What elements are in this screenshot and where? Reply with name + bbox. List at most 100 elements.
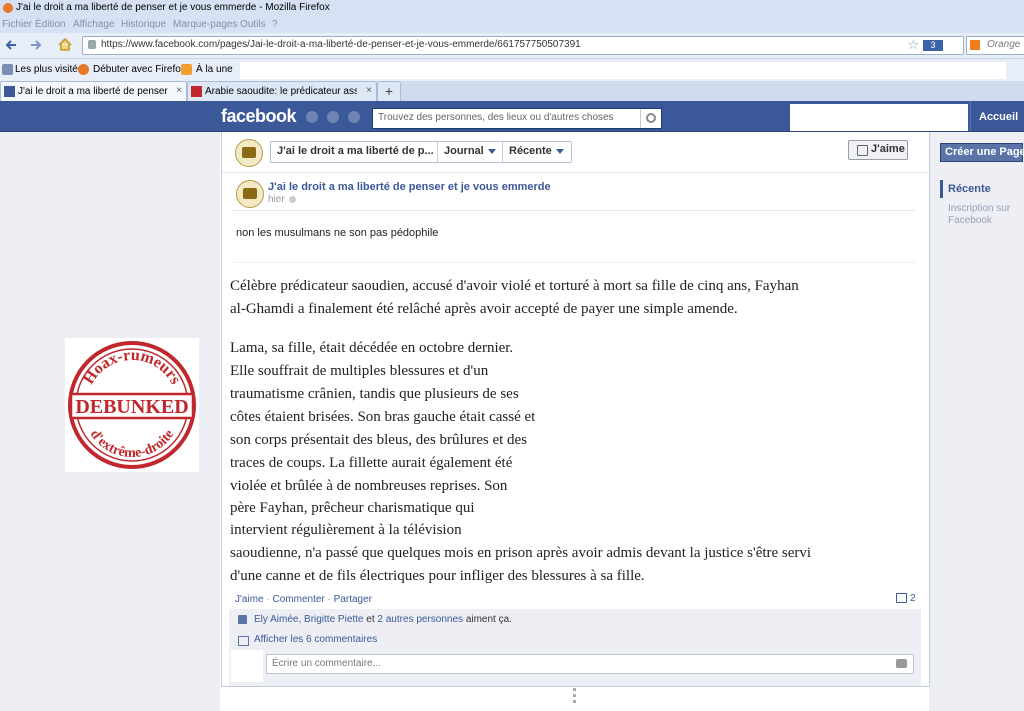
menu-tools[interactable]: Outils: [240, 19, 266, 30]
bookmark-star-icon[interactable]: ☆: [907, 37, 919, 53]
facebook-favicon: [4, 86, 15, 97]
notifications-icon[interactable]: [348, 111, 360, 123]
new-tab-button[interactable]: +: [377, 81, 401, 101]
home-link[interactable]: Accueil: [970, 101, 1024, 131]
address-url: https://www.facebook.com/pages/Jai-le-dr…: [101, 39, 581, 50]
article-line: Elle souffrait de multiples blessures et…: [230, 363, 489, 379]
tab-facebook-page[interactable]: J'ai le droit a ma liberté de penser et …: [0, 81, 187, 101]
lock-icon: [88, 40, 96, 49]
home-icon[interactable]: [58, 38, 72, 51]
search-engine-icon[interactable]: [970, 40, 980, 50]
extension-badge[interactable]: 3: [923, 40, 943, 51]
crumb-recent-label: Récente: [509, 145, 552, 157]
sidebar-recent[interactable]: Récente: [948, 183, 991, 195]
facebook-search-input[interactable]: Trouvez des personnes, des lieux ou d'au…: [372, 108, 662, 129]
post-author-name[interactable]: J'ai le droit a ma liberté de penser et …: [268, 181, 551, 193]
article-line: traumatisme crânien, tandis que plusieur…: [230, 386, 519, 402]
home-label: Accueil: [979, 111, 1019, 123]
address-bar[interactable]: https://www.facebook.com/pages/Jai-le-dr…: [82, 36, 964, 55]
search-button[interactable]: [640, 109, 661, 128]
article-line: côtes étaient brisées. Son bras gauche é…: [230, 409, 536, 425]
friend-requests-icon[interactable]: [306, 111, 318, 123]
comment-count[interactable]: 2: [896, 593, 916, 604]
thumbs-up-icon: [857, 145, 868, 156]
like-link[interactable]: J'aime: [235, 594, 264, 605]
divider: [232, 210, 915, 211]
browser-search-box[interactable]: Orange: [966, 36, 1024, 55]
create-page-button[interactable]: Créer une Page: [940, 143, 1024, 162]
tab-label: Arabie saoudite: le prédicateur assassi.…: [205, 86, 357, 97]
menu-bookmarks[interactable]: Marque-pages: [173, 19, 237, 30]
likers-suffix: aiment ça.: [465, 614, 512, 625]
menu-file[interactable]: Fichier: [2, 19, 32, 30]
most-visited-icon: [2, 64, 13, 75]
stamp-middle-text: DEBUNKED: [75, 396, 188, 418]
bookmark-most-visited[interactable]: Les plus visités: [15, 64, 83, 75]
sidebar-signup-link[interactable]: Inscription sur Facebook: [948, 203, 1018, 227]
share-link[interactable]: Partager: [334, 594, 372, 605]
article-line: intervient régulièrement à la télévision: [230, 522, 462, 538]
window-title: J'ai le droit a ma liberté de penser et …: [16, 2, 330, 13]
menu-view[interactable]: Affichage: [73, 19, 115, 30]
comment-count-value: 2: [910, 593, 916, 604]
firefox-icon: [3, 3, 13, 13]
comment-link[interactable]: Commenter: [273, 594, 325, 605]
likers-names[interactable]: Ely Aimée, Brigitte Piette: [254, 614, 364, 625]
bookmarks-blank-area: [240, 62, 1006, 79]
scroll-indicator: [573, 688, 576, 706]
firefox-bookmark-icon: [78, 64, 89, 75]
crumb-journal[interactable]: Journal: [444, 145, 496, 157]
view-comments-link[interactable]: Afficher les 6 commentaires: [254, 634, 377, 645]
likers-joiner: et: [366, 614, 375, 625]
profile-area: [790, 104, 968, 131]
article-line: saoudienne, n'a passé que quelques mois …: [230, 545, 812, 561]
bookmark-headlines[interactable]: À la une: [196, 64, 233, 75]
page-like-button[interactable]: J'aime: [848, 140, 908, 160]
menu-edit[interactable]: Édition: [35, 19, 66, 30]
close-tab-icon[interactable]: ×: [366, 85, 372, 96]
camera-icon[interactable]: [896, 659, 907, 668]
debunked-stamp: Hoax-rumeurs DEBUNKED d'extrême-droite: [65, 338, 199, 472]
search-placeholder: Trouvez des personnes, des lieux ou d'au…: [378, 112, 614, 123]
page-profile-thumbnail[interactable]: [235, 139, 263, 167]
crumb-page-name[interactable]: J'ai le droit a ma liberté de p...: [277, 145, 434, 157]
post-actions: J'aime · Commenter · Partager: [235, 594, 372, 605]
article-line: Lama, sa fille, était décédée en octobre…: [230, 340, 514, 356]
like-button-label: J'aime: [871, 143, 905, 155]
bookmark-getting-started[interactable]: Débuter avec Firefox: [93, 64, 186, 75]
likers-others[interactable]: 2 autres personnes: [377, 614, 463, 625]
post-author-thumbnail[interactable]: [236, 180, 264, 208]
menu-bar: Fichier Édition Affichage Historique Mar…: [0, 17, 1024, 33]
likes-text: Ely Aimée, Brigitte Piette et 2 autres p…: [254, 614, 512, 625]
rss-icon: [181, 64, 192, 75]
menu-help[interactable]: ?: [272, 19, 278, 30]
avatar: [231, 650, 263, 682]
messages-icon[interactable]: [327, 111, 339, 123]
stamp-graphic: Hoax-rumeurs DEBUNKED d'extrême-droite: [68, 341, 196, 469]
news-favicon: [191, 86, 202, 97]
action-separator: ·: [327, 594, 331, 605]
page-breadcrumb: J'ai le droit a ma liberté de p... Journ…: [270, 141, 572, 163]
article-line: d'une canne et de fils électriques pour …: [230, 568, 645, 584]
view-comments-row: Afficher les 6 commentaires: [229, 631, 921, 651]
post-time-text: hier: [268, 194, 285, 205]
forward-arrow-icon[interactable]: [30, 39, 42, 51]
back-arrow-icon[interactable]: [5, 39, 17, 51]
menu-history[interactable]: Historique: [121, 19, 166, 30]
chevron-down-icon: [555, 148, 564, 154]
comment-icon: [238, 636, 249, 646]
article-line: al-Ghamdi a finalement été relâché après…: [230, 301, 738, 317]
article-line: père Fayhan, prêcheur charismatique qui: [230, 500, 475, 516]
thumbs-up-icon: [238, 615, 247, 624]
article-line: son corps présentait des bleus, des brûl…: [230, 432, 528, 448]
divider: [234, 262, 916, 263]
recent-indicator: [940, 180, 943, 198]
comment-input[interactable]: Écrire un commentaire...: [266, 654, 914, 674]
crumb-recent[interactable]: Récente: [509, 145, 564, 157]
tab-label: J'ai le droit a ma liberté de penser et …: [18, 86, 168, 97]
facebook-logo[interactable]: facebook: [221, 106, 297, 127]
create-page-label: Créer une Page: [945, 146, 1024, 158]
tab-arabie-saoudite[interactable]: Arabie saoudite: le prédicateur assassi.…: [187, 81, 377, 101]
post-timestamp[interactable]: hier: [268, 194, 296, 205]
close-tab-icon[interactable]: ×: [176, 85, 182, 96]
